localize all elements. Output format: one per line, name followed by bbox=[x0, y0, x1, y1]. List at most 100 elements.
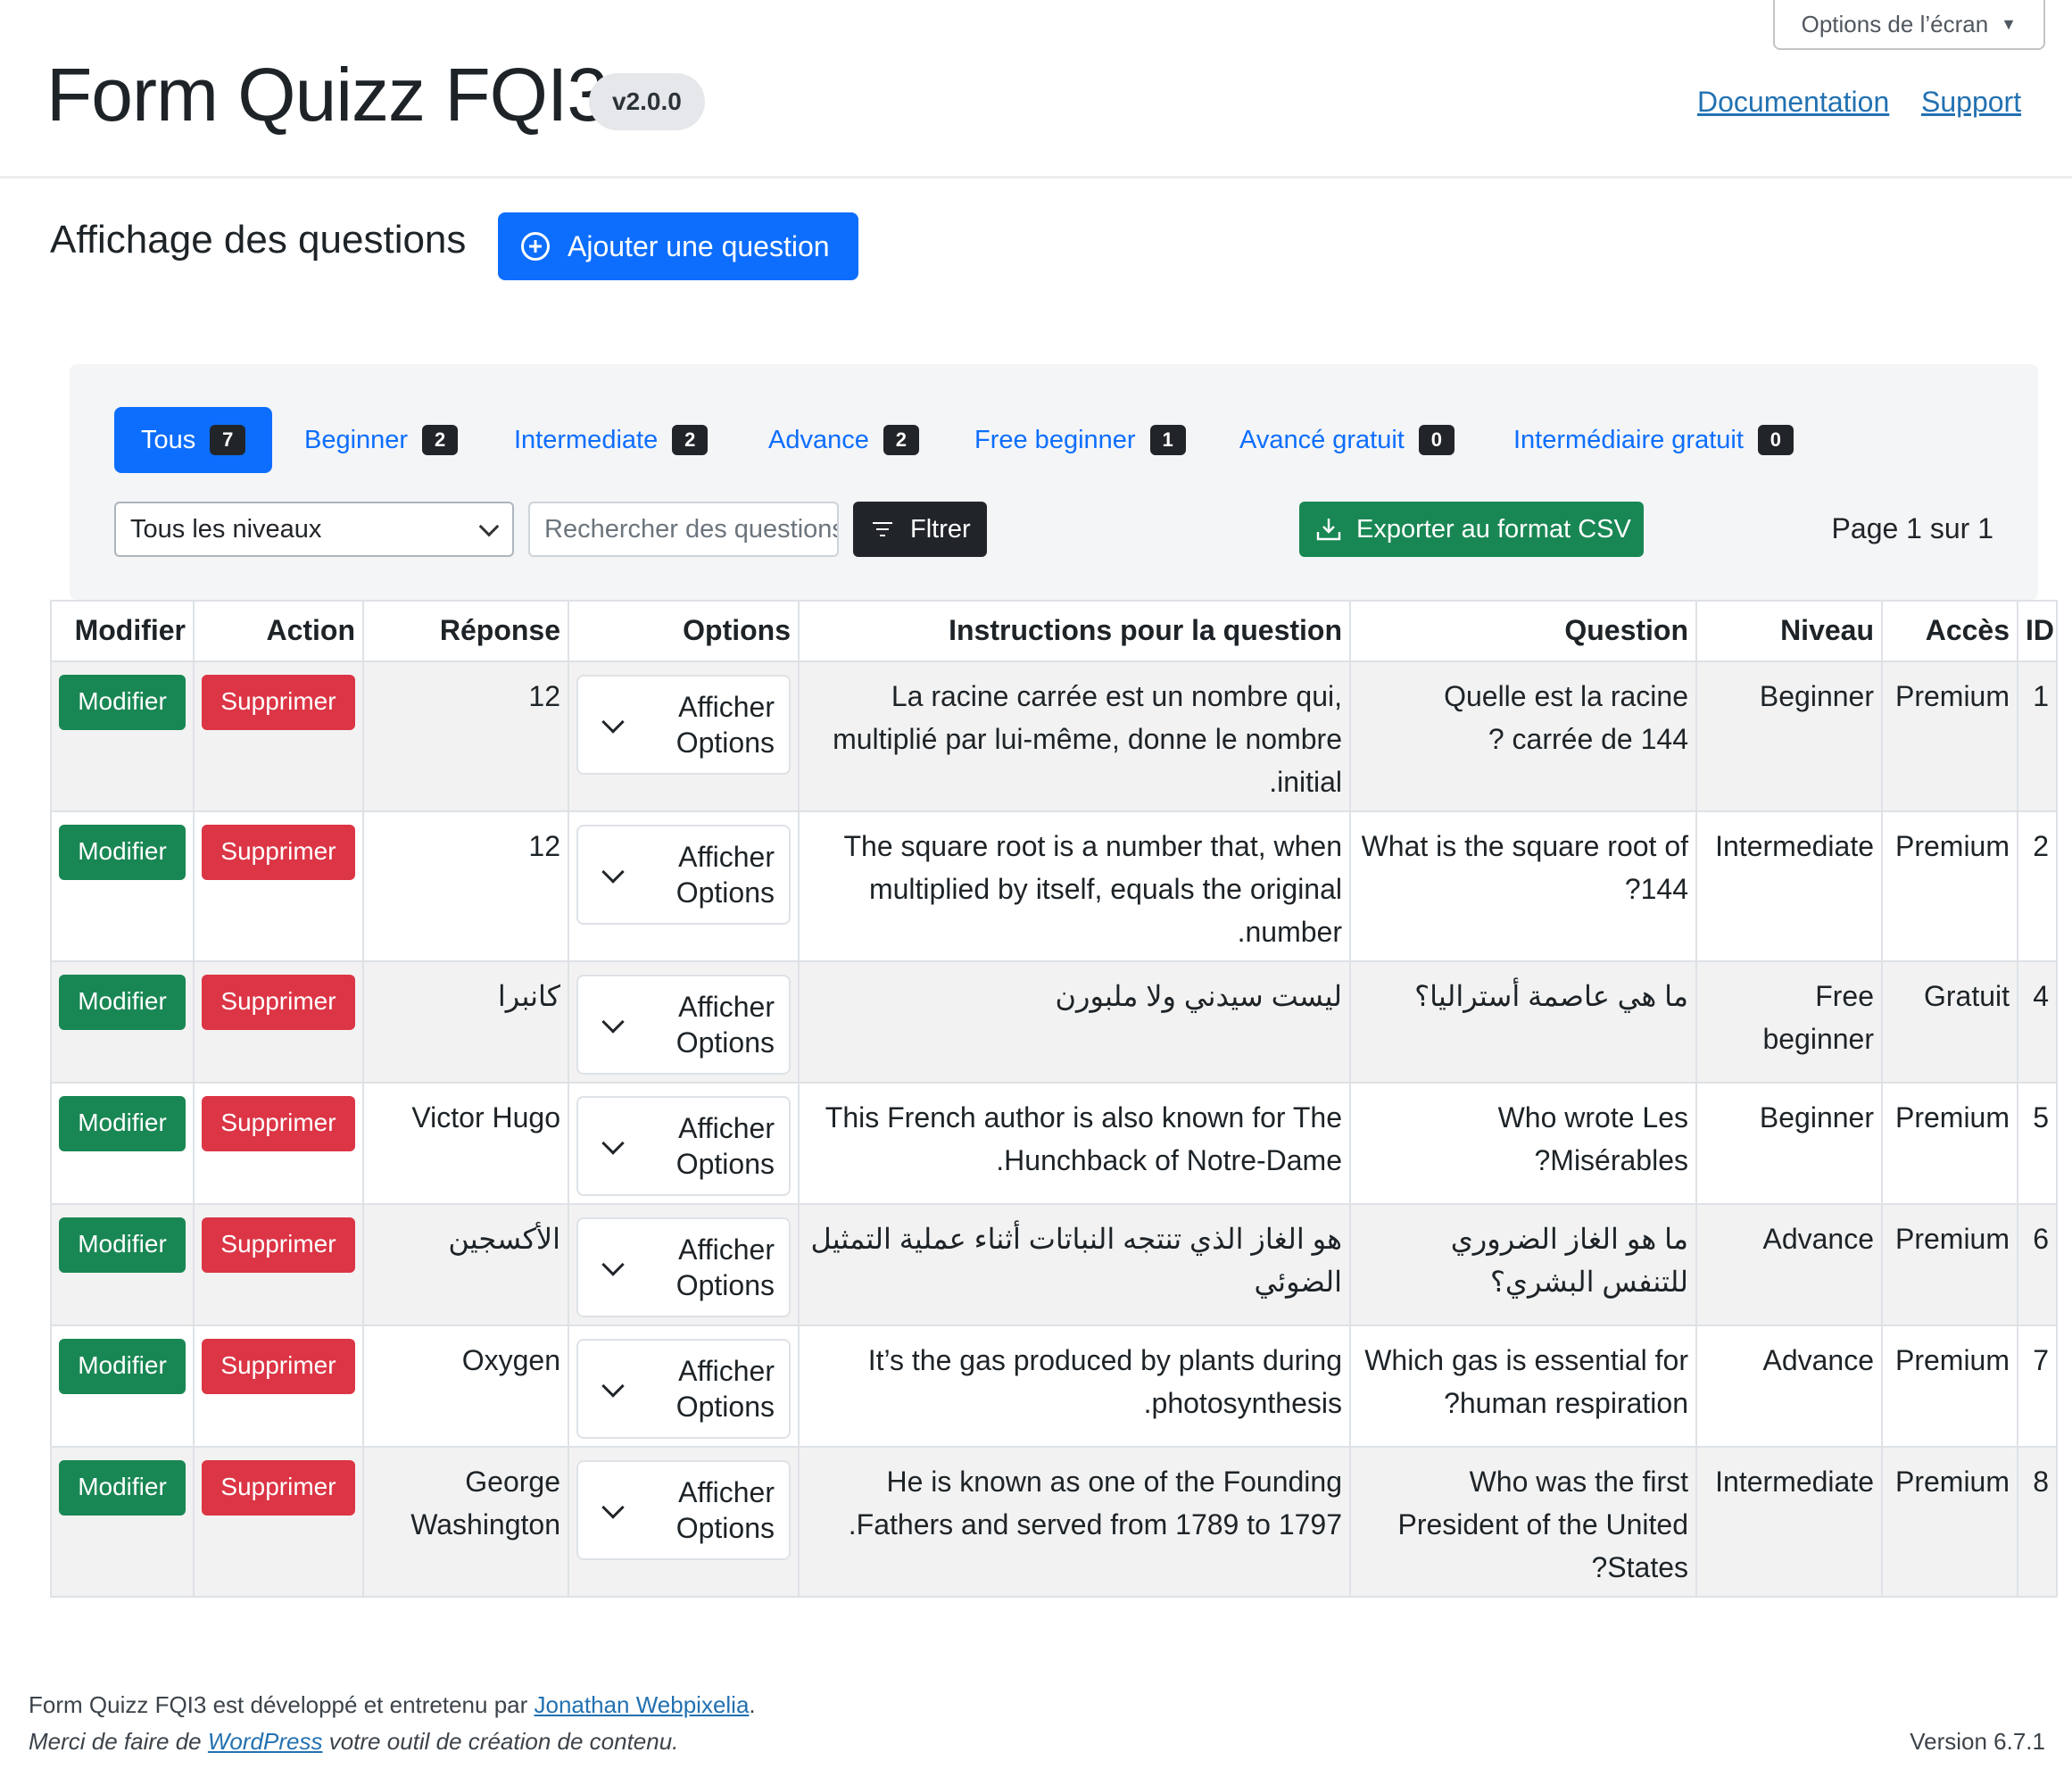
footer-thanks: Merci de faire de WordPress votre outil … bbox=[29, 1728, 678, 1756]
id-cell: 4 bbox=[2017, 960, 2058, 1084]
edit-button[interactable]: Modifier bbox=[59, 1339, 186, 1394]
filter-button[interactable]: Fltrer bbox=[853, 502, 987, 557]
documentation-link[interactable]: Documentation bbox=[1697, 86, 1889, 119]
delete-button[interactable]: Supprimer bbox=[202, 1096, 355, 1151]
tab-label: Intermediate bbox=[514, 425, 659, 454]
edit-cell: Modifier bbox=[50, 1446, 195, 1598]
access-cell: Premium bbox=[1881, 660, 2018, 812]
question-cell: Who was the first President of the Unite… bbox=[1349, 1446, 1697, 1598]
filter-panel bbox=[70, 364, 2038, 600]
edit-button[interactable]: Modifier bbox=[59, 825, 186, 880]
level-cell: Intermediate bbox=[1695, 1446, 1883, 1598]
support-link[interactable]: Support bbox=[1921, 86, 2021, 119]
question-cell: Who wrote Les Misérables? bbox=[1349, 1082, 1697, 1205]
table-row: Modifier Supprimer Victor Hugo Afficher O… bbox=[50, 1082, 2058, 1205]
delete-button[interactable]: Supprimer bbox=[202, 675, 355, 730]
tab-count-badge: 2 bbox=[883, 425, 919, 455]
tab-advance[interactable]: Advance 2 bbox=[768, 407, 919, 473]
delete-button[interactable]: Supprimer bbox=[202, 975, 355, 1030]
edit-cell: Modifier bbox=[50, 1203, 195, 1326]
screen-options-button[interactable]: Options de l’écran ▼ bbox=[1772, 0, 2045, 50]
show-options-toggle[interactable]: Afficher Options bbox=[576, 975, 791, 1075]
table-row: Modifier Supprimer George Washington Aff… bbox=[50, 1446, 2058, 1598]
question-cell: Quelle est la racine carrée de 144 ? bbox=[1349, 660, 1697, 812]
wordpress-link[interactable]: WordPress bbox=[208, 1728, 323, 1755]
chevron-down-icon bbox=[601, 1253, 625, 1276]
chevron-down-icon bbox=[601, 710, 625, 734]
show-options-toggle[interactable]: Afficher Options bbox=[576, 1339, 791, 1439]
tab-beginner[interactable]: Beginner 2 bbox=[304, 407, 459, 473]
level-select-value: Tous les niveaux bbox=[130, 515, 322, 544]
section-title: Affichage des questions bbox=[50, 218, 467, 262]
id-cell: 5 bbox=[2017, 1082, 2058, 1205]
delete-cell: Supprimer bbox=[193, 1325, 364, 1448]
delete-button[interactable]: Supprimer bbox=[202, 1460, 355, 1516]
delete-cell: Supprimer bbox=[193, 1446, 364, 1598]
level-select[interactable]: Tous les niveaux bbox=[114, 502, 514, 557]
tab-free-beginner[interactable]: Free beginner 1 bbox=[974, 407, 1186, 473]
column-header-modifier[interactable]: Modifier bbox=[50, 600, 195, 662]
show-options-label: Afficher Options bbox=[675, 841, 775, 909]
show-options-toggle[interactable]: Afficher Options bbox=[576, 1096, 791, 1196]
delete-button[interactable]: Supprimer bbox=[202, 825, 355, 880]
column-header-answer[interactable]: Réponse bbox=[362, 600, 569, 662]
chevron-down-icon bbox=[601, 1496, 625, 1519]
edit-cell: Modifier bbox=[50, 1325, 195, 1448]
edit-button[interactable]: Modifier bbox=[59, 1460, 186, 1516]
table-row: Modifier Supprimer الأكسجين Afficher Opti… bbox=[50, 1203, 2058, 1326]
tab-label: Tous bbox=[141, 425, 196, 454]
id-cell: 1 bbox=[2017, 660, 2058, 812]
tab-intermediate-free[interactable]: Intermédiaire gratuit 0 bbox=[1513, 407, 1794, 473]
edit-button[interactable]: Modifier bbox=[59, 675, 186, 730]
answer-cell: George Washington bbox=[362, 1446, 569, 1598]
edit-cell: Modifier bbox=[50, 960, 195, 1084]
column-header-id[interactable]: ID bbox=[2017, 600, 2058, 662]
tab-all[interactable]: Tous 7 bbox=[114, 407, 273, 473]
question-cell: Which gas is essential for human respira… bbox=[1349, 1325, 1697, 1448]
show-options-label: Afficher Options bbox=[675, 691, 775, 759]
question-cell: ما هو الغاز الضروري للتنفس البشري؟ bbox=[1349, 1203, 1697, 1326]
edit-button[interactable]: Modifier bbox=[59, 975, 186, 1030]
column-header-access[interactable]: Accès bbox=[1881, 600, 2018, 662]
options-cell: Afficher Options bbox=[568, 810, 800, 962]
delete-cell: Supprimer bbox=[193, 960, 364, 1084]
tab-advanced-free[interactable]: Avancé gratuit 0 bbox=[1239, 407, 1455, 473]
show-options-toggle[interactable]: Afficher Options bbox=[576, 675, 791, 775]
instructions-cell: هو الغاز الذي تنتجه النباتات أثناء عملية… bbox=[798, 1203, 1351, 1326]
show-options-toggle[interactable]: Afficher Options bbox=[576, 1460, 791, 1560]
column-header-question[interactable]: Question bbox=[1349, 600, 1697, 662]
show-options-label: Afficher Options bbox=[675, 1233, 775, 1301]
table-header-row: Modifier Action Réponse Options Instruct… bbox=[50, 600, 2058, 662]
tab-intermediate[interactable]: Intermediate 2 bbox=[514, 407, 709, 473]
access-cell: Premium bbox=[1881, 1203, 2018, 1326]
options-cell: Afficher Options bbox=[568, 1082, 800, 1205]
search-input[interactable] bbox=[528, 502, 839, 557]
answer-cell: 12 bbox=[362, 810, 569, 962]
table-row: Modifier Supprimer 12 Afficher Options Th… bbox=[50, 810, 2058, 962]
column-header-level[interactable]: Niveau bbox=[1695, 600, 1883, 662]
delete-button[interactable]: Supprimer bbox=[202, 1217, 355, 1273]
chevron-down-icon bbox=[601, 1132, 625, 1155]
show-options-toggle[interactable]: Afficher Options bbox=[576, 1217, 791, 1317]
plus-circle-icon bbox=[521, 232, 550, 261]
column-header-instructions[interactable]: Instructions pour la question bbox=[798, 600, 1351, 662]
answer-cell: Victor Hugo bbox=[362, 1082, 569, 1205]
show-options-label: Afficher Options bbox=[675, 1476, 775, 1544]
export-csv-button[interactable]: Exporter au format CSV bbox=[1299, 502, 1644, 557]
delete-cell: Supprimer bbox=[193, 1203, 364, 1326]
column-header-action[interactable]: Action bbox=[193, 600, 364, 662]
column-header-options[interactable]: Options bbox=[568, 600, 800, 662]
tab-label: Intermédiaire gratuit bbox=[1513, 425, 1744, 454]
footer-credit-text: Form Quizz FQI3 est développé et entrete… bbox=[29, 1691, 528, 1718]
edit-button[interactable]: Modifier bbox=[59, 1096, 186, 1151]
instructions-cell: He is known as one of the Founding Fathe… bbox=[798, 1446, 1351, 1598]
show-options-toggle[interactable]: Afficher Options bbox=[576, 825, 791, 925]
tab-count-badge: 2 bbox=[422, 425, 459, 455]
author-link[interactable]: Jonathan Webpixelia bbox=[535, 1691, 750, 1718]
access-cell: Premium bbox=[1881, 1325, 2018, 1448]
edit-button[interactable]: Modifier bbox=[59, 1217, 186, 1273]
delete-button[interactable]: Supprimer bbox=[202, 1339, 355, 1394]
tab-count-badge: 1 bbox=[1149, 425, 1186, 455]
id-cell: 8 bbox=[2017, 1446, 2058, 1598]
add-question-button[interactable]: Ajouter une question bbox=[498, 212, 858, 280]
